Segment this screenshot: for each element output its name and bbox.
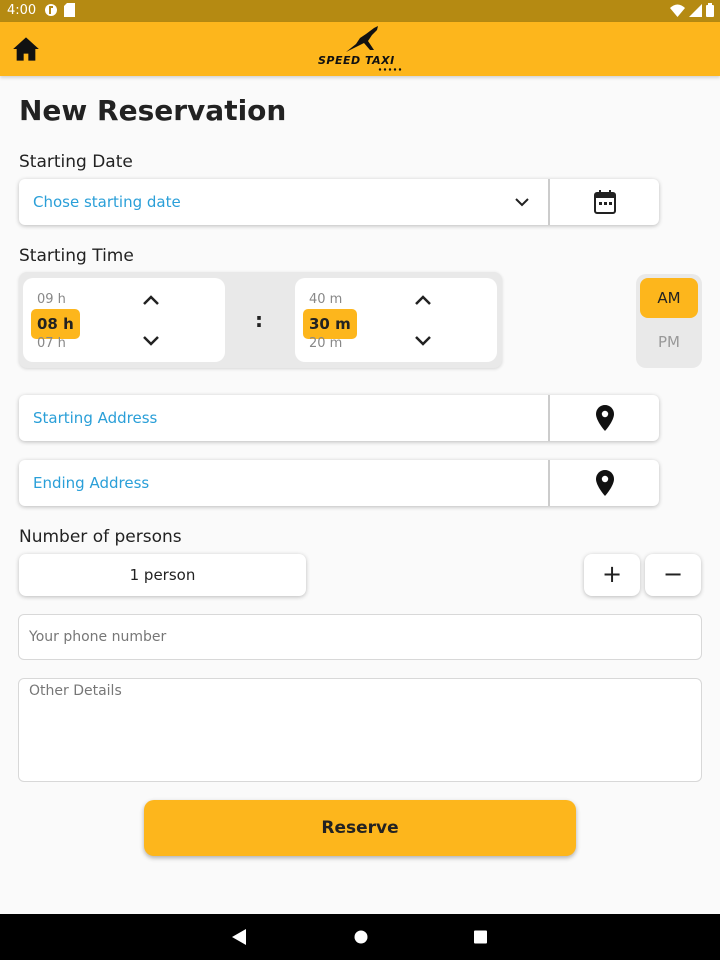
app-bar: SPEED TAXI <box>0 22 720 76</box>
wifi-icon <box>670 4 685 17</box>
minute-prev: 40 m <box>309 292 343 307</box>
hour-selected: 08 h <box>31 309 80 339</box>
home-icon[interactable] <box>12 36 40 62</box>
persons-value: 1 person <box>19 554 306 596</box>
am-button[interactable]: AM <box>640 278 698 318</box>
page-title: New Reservation <box>19 94 287 127</box>
sync-icon <box>45 4 57 16</box>
hour-down-icon[interactable] <box>141 334 161 348</box>
calendar-icon <box>593 190 616 214</box>
starting-date-field[interactable]: Chose starting date <box>19 179 659 225</box>
increment-persons-button[interactable]: + <box>584 554 640 596</box>
calendar-button[interactable] <box>550 179 659 225</box>
kangaroo-logo-icon <box>346 26 378 52</box>
starting-time-label: Starting Time <box>19 246 134 266</box>
logo-text: SPEED TAXI <box>318 54 395 67</box>
logo-dots-icon <box>378 68 402 71</box>
time-picker: 09 h 08 h 07 h : 40 m 30 m 20 m <box>19 272 502 368</box>
details-textarea[interactable] <box>18 678 702 782</box>
starting-address-location-button[interactable] <box>550 395 659 441</box>
hour-next: 07 h <box>37 336 66 351</box>
back-triangle-icon[interactable] <box>231 928 247 946</box>
chevron-down-icon[interactable] <box>515 197 529 207</box>
minute-down-icon[interactable] <box>413 334 433 348</box>
hour-picker[interactable]: 09 h 08 h 07 h <box>23 278 225 362</box>
starting-date-label: Starting Date <box>19 152 133 172</box>
navigation-bar <box>0 914 720 960</box>
minute-next: 20 m <box>309 336 343 351</box>
am-pm-toggle: AM PM <box>636 274 702 368</box>
recents-square-icon[interactable] <box>473 928 488 946</box>
logo: SPEED TAXI <box>316 26 406 72</box>
ending-address-field[interactable]: Ending Address <box>19 460 659 506</box>
status-bar: 4:00 <box>0 0 720 22</box>
time-separator: : <box>255 308 263 332</box>
ending-address-placeholder: Ending Address <box>33 474 150 492</box>
signal-icon <box>689 3 702 17</box>
minute-picker[interactable]: 40 m 30 m 20 m <box>295 278 497 362</box>
status-time: 4:00 <box>7 3 37 18</box>
reserve-button[interactable]: Reserve <box>144 800 576 856</box>
minute-selected: 30 m <box>303 309 357 339</box>
hour-prev: 09 h <box>37 292 66 307</box>
starting-address-field[interactable]: Starting Address <box>19 395 659 441</box>
minute-up-icon[interactable] <box>413 293 433 307</box>
sd-card-icon <box>64 3 75 17</box>
hour-up-icon[interactable] <box>141 293 161 307</box>
battery-icon <box>706 3 714 17</box>
pm-button[interactable]: PM <box>640 322 698 362</box>
ending-address-location-button[interactable] <box>550 460 659 506</box>
decrement-persons-button[interactable]: − <box>645 554 701 596</box>
location-pin-icon <box>595 470 614 496</box>
location-pin-icon <box>595 405 614 431</box>
starting-date-placeholder: Chose starting date <box>33 193 181 211</box>
phone-input[interactable] <box>18 614 702 660</box>
home-circle-icon[interactable] <box>353 928 369 946</box>
persons-label: Number of persons <box>19 527 182 547</box>
starting-address-placeholder: Starting Address <box>33 409 158 427</box>
